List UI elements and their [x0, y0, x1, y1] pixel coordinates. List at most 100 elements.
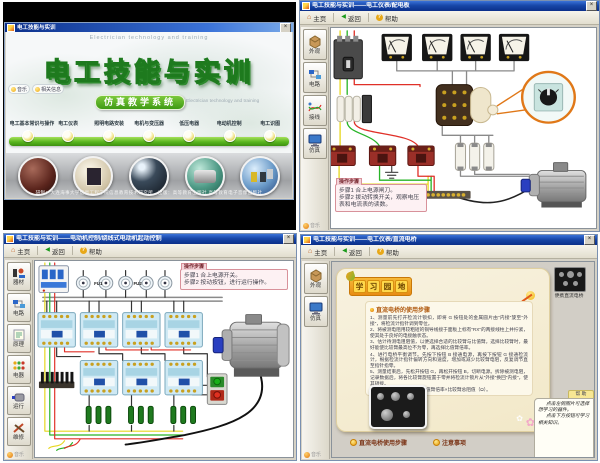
- music-button[interactable]: 音乐: [8, 84, 30, 94]
- tab-wiring[interactable]: 接线: [303, 95, 327, 126]
- title-bar[interactable]: 电工技能与实训——电工仪表/直流电桥 ×: [301, 235, 597, 245]
- title-bar[interactable]: 电工技能与实训——电动机控制/绕线式电动机起动控制 ×: [4, 234, 296, 244]
- link-precautions[interactable]: 注意事项: [433, 438, 466, 447]
- content-title: 直流电桥的使用步骤: [376, 305, 430, 314]
- wound-rotor-motor[interactable]: [213, 315, 289, 377]
- menu-sphere-icon[interactable]: [224, 130, 236, 142]
- home-button[interactable]: ⌂主页: [7, 244, 34, 257]
- back-button[interactable]: ◀返回: [338, 245, 366, 258]
- info-icon: [35, 87, 40, 92]
- music-toggle[interactable]: 音乐: [304, 451, 321, 458]
- help-button[interactable]: ?帮助: [373, 245, 403, 258]
- close-icon[interactable]: ×: [586, 1, 597, 11]
- tab-run[interactable]: 运行: [7, 386, 31, 415]
- home-button[interactable]: ⌂主页: [303, 11, 330, 24]
- music-toggle[interactable]: 音乐: [303, 222, 320, 229]
- circuit-icon: [307, 68, 323, 81]
- tab-simulation[interactable]: 仿真: [304, 296, 328, 327]
- window-title: 电工技能与实训——电工仪表/直流电桥: [313, 236, 582, 244]
- ceramic-fuses[interactable]: [337, 95, 371, 122]
- tools-icon: [11, 422, 27, 434]
- contactor: [80, 313, 117, 347]
- back-button[interactable]: ◀返回: [41, 244, 69, 257]
- box-icon: [307, 35, 323, 48]
- menu-sphere-icon[interactable]: [183, 130, 195, 142]
- contactor: [80, 360, 117, 394]
- music-toggle[interactable]: 音乐: [7, 451, 24, 458]
- splash-quadrant: 电工技能与实训 × Electrician technology and tra…: [3, 2, 296, 230]
- guide-quadrant: 电工技能与实训——电工仪表/直流电桥 × ⌂主页 ◀返回 ?帮助 外观: [300, 234, 598, 461]
- panel-meters[interactable]: [382, 34, 530, 61]
- back-button[interactable]: ◀返回: [337, 11, 365, 24]
- motor-sim-window: 电工技能与实训——电动机控制/绕线式电动机起动控制 × ⌂主页 ◀返回 ?帮助 …: [3, 233, 297, 461]
- fuse-links[interactable]: [455, 143, 493, 170]
- title-bar[interactable]: 电工技能与实训——电工仪表/配电板 ×: [300, 1, 599, 11]
- menu-sphere-icon[interactable]: [62, 130, 74, 142]
- device-thumbnail[interactable]: [554, 267, 586, 292]
- info-label: 相关信息: [41, 86, 61, 93]
- close-icon[interactable]: ×: [283, 234, 294, 244]
- app-icon: [303, 236, 311, 244]
- usage-step: 5、测量结束后，先松开按钮 G，再松开按钮 B，切断电源。拆除被测电阻，记录数据…: [370, 369, 528, 386]
- help-button[interactable]: ?帮助: [76, 244, 106, 257]
- home-button[interactable]: ⌂主页: [304, 245, 331, 258]
- tab-appearance[interactable]: 外观: [304, 263, 328, 294]
- window-title: 电工技能与实训——电动机控制/绕线式电动机起动控制: [16, 235, 281, 243]
- info-button[interactable]: 相关信息: [32, 84, 64, 94]
- tab-simulation[interactable]: 仿真: [303, 128, 327, 159]
- toolbar: ⌂主页 ◀返回 ?帮助: [4, 244, 296, 258]
- menu-item-motors-transformers[interactable]: 电机与变压器: [129, 119, 169, 142]
- menu-item-motor-control[interactable]: 电动机控制: [209, 119, 249, 142]
- help-icon: ?: [376, 14, 383, 21]
- title-bar[interactable]: 电工技能与实训 ×: [5, 23, 293, 32]
- contactor-row-1[interactable]: [38, 313, 202, 347]
- menu-sphere-icon[interactable]: [264, 130, 276, 142]
- current-transformers[interactable]: [331, 146, 434, 166]
- tab-repair[interactable]: 维修: [7, 417, 31, 446]
- tab-equipment[interactable]: 器材: [7, 262, 31, 291]
- tab-schematic[interactable]: 原理: [7, 324, 31, 353]
- tab-appearance[interactable]: 外观: [303, 29, 327, 60]
- motor-sim-canvas[interactable]: FU1 FU2: [35, 261, 293, 457]
- step-line: 步骤1 合上电源闸刀。: [339, 188, 423, 195]
- meter-sim-quadrant: 电工技能与实训——电工仪表/配电板 × ⌂主页 ◀返回 ?帮助 外观: [299, 0, 600, 232]
- parts-icon: [11, 267, 27, 279]
- flower-icon: ✿: [516, 414, 523, 423]
- menu-sphere-icon[interactable]: [22, 130, 34, 142]
- tab-devices[interactable]: 电器: [7, 355, 31, 384]
- menu-sphere-icon[interactable]: [103, 130, 115, 142]
- meter-sim-window: 电工技能与实训——电工仪表/配电板 × ⌂主页 ◀返回 ?帮助 外观: [299, 0, 600, 232]
- knife-switch-breaker[interactable]: [334, 36, 362, 79]
- toolbar: ⌂主页 ◀返回 ?帮助: [301, 245, 597, 259]
- menu-sphere-icon[interactable]: [143, 130, 155, 142]
- starting-resistors[interactable]: [86, 406, 195, 423]
- document-icon: [11, 329, 27, 341]
- tab-circuit[interactable]: 电路: [7, 293, 31, 322]
- usage-step: 2、将被测电阻用较粗短的铜导线接于面板上标有“RX”的两接线柱上并拧紧，使其处于…: [370, 327, 528, 338]
- menu-item-drawings[interactable]: 电工识图: [250, 119, 290, 142]
- close-icon[interactable]: ×: [584, 235, 595, 245]
- help-button[interactable]: ?帮助: [372, 11, 402, 24]
- simulation-area[interactable]: 操作步骤 步骤1 合上电源闸刀。 步骤2 拨动转换开关，观察电压表和电流表的读数…: [330, 27, 597, 229]
- circuit-breaker[interactable]: [39, 266, 69, 293]
- menu-item-lowvoltage[interactable]: 低压电器: [169, 119, 209, 142]
- button-station[interactable]: [207, 374, 227, 405]
- english-header: Electrician technology and training: [6, 35, 292, 41]
- simulation-area[interactable]: FU1 FU2: [34, 260, 294, 458]
- tab-circuit[interactable]: 电路: [303, 62, 327, 93]
- menu-item-basics[interactable]: 电工基本常识与操作: [8, 119, 48, 142]
- link-usage-steps[interactable]: 直流电桥使用步骤: [350, 438, 407, 447]
- back-icon: ◀: [45, 247, 50, 254]
- terminal-strip[interactable]: [424, 191, 471, 199]
- help-icon: ?: [80, 247, 87, 254]
- splash-window: 电工技能与实训 × Electrician technology and tra…: [4, 22, 294, 200]
- contactor-row-2[interactable]: [80, 360, 202, 394]
- screw-fuses[interactable]: FU1 FU2: [76, 276, 172, 289]
- motor[interactable]: [521, 163, 586, 208]
- menu-item-instruments[interactable]: 电工仪表: [48, 119, 88, 142]
- menu-item-lighting[interactable]: 照明电路安装: [89, 119, 129, 142]
- close-icon[interactable]: ×: [280, 23, 291, 33]
- changeover-switch[interactable]: [436, 85, 498, 126]
- device-thumbnail-label: 便携直流电桥: [548, 292, 590, 299]
- contactor: [123, 360, 160, 394]
